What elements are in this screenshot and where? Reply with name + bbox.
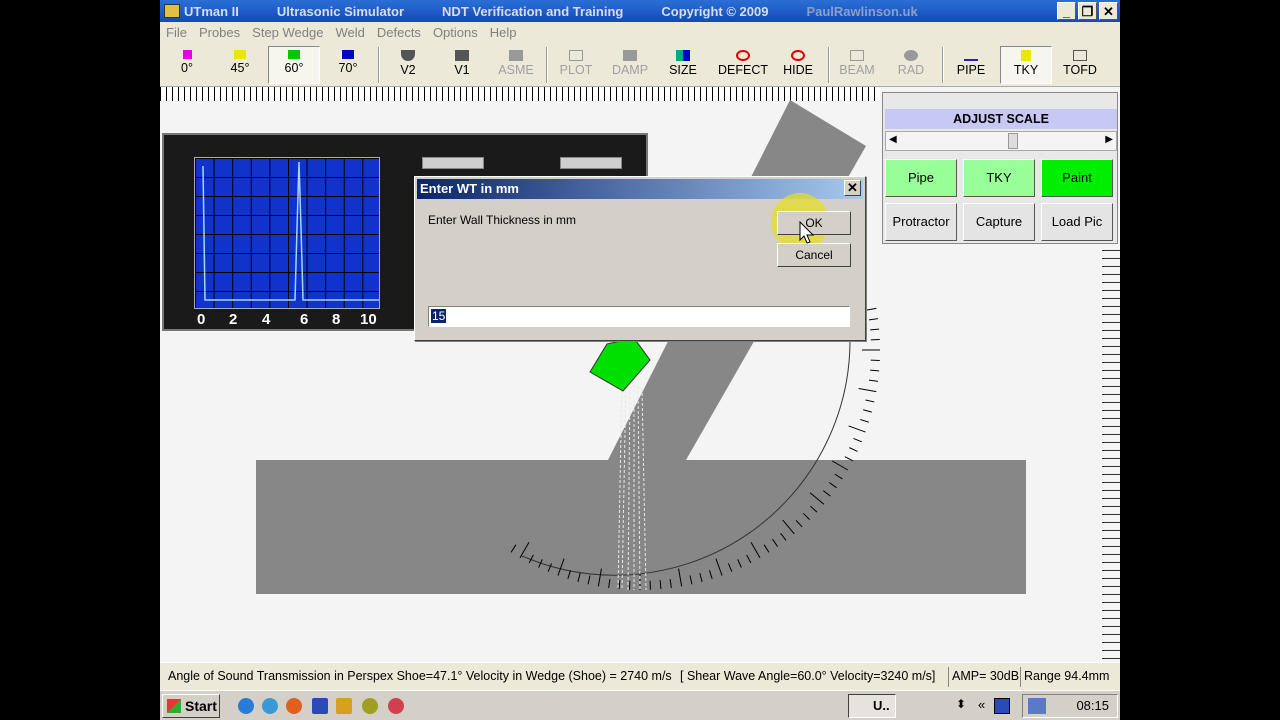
protractor-tick (822, 490, 831, 497)
wall-thickness-input[interactable]: 15 (428, 306, 850, 327)
protractor-tick (597, 568, 602, 587)
protractor-tick (547, 563, 553, 572)
scale-scrollbar[interactable]: ◀ ▶ (885, 131, 1117, 151)
protractor-tick (780, 532, 787, 541)
gain-control[interactable] (422, 157, 484, 169)
protractor-tick (737, 559, 742, 568)
capture-button[interactable]: Capture (963, 203, 1035, 241)
protractor-tick (782, 519, 795, 535)
protractor-tick (587, 575, 591, 585)
scroll-thumb[interactable] (1008, 133, 1018, 149)
protractor-tick (844, 456, 854, 462)
protractor-tick (567, 570, 572, 580)
scale-tick: 4 (262, 311, 271, 328)
protractor-tick (608, 578, 611, 589)
ie-icon[interactable] (238, 698, 254, 714)
protractor-tick (849, 447, 858, 452)
scale-tick: 2 (229, 311, 238, 328)
protractor-tick (577, 572, 581, 582)
protractor-tick (659, 580, 662, 590)
browser-icon[interactable] (262, 698, 278, 714)
wall-thickness-dialog: Enter WT in mm ✕ Enter Wall Thickness in… (414, 176, 866, 341)
protractor-tick (860, 418, 870, 423)
tray-app-icon[interactable] (994, 698, 1010, 714)
protractor-tick (853, 437, 862, 443)
taskbar: Start U.. ⬍ « 08:15 (160, 690, 1120, 720)
protractor-tick (763, 544, 770, 553)
tray-clock: 08:15 (1022, 694, 1118, 718)
protractor-tick (519, 542, 530, 559)
tools-icon[interactable] (362, 698, 378, 714)
protractor-tick (858, 388, 877, 393)
a-scan-trace (202, 161, 379, 301)
protractor-tick (870, 369, 880, 372)
scroll-left-icon[interactable]: ◀ (889, 134, 897, 145)
protractor-tick (795, 519, 803, 528)
load-pic-button[interactable]: Load Pic (1041, 203, 1113, 241)
protractor-tick (802, 512, 811, 521)
utman-window: UTman II Ultrasonic Simulator NDT Verifi… (160, 0, 1120, 720)
pipe-panel-button[interactable]: Pipe (885, 159, 957, 197)
protractor-tick (699, 572, 703, 582)
probe-60[interactable] (589, 337, 651, 392)
protractor-tick (772, 538, 779, 547)
protractor-tick (715, 558, 723, 576)
paint-button[interactable]: Paint (1041, 159, 1113, 197)
range-status: Range 94.4mm (1024, 669, 1110, 683)
utman-task-button[interactable]: U.. (848, 694, 896, 718)
adjust-scale-panel: ADJUST SCALE ◀ ▶ Pipe TKY Paint Protract… (882, 92, 1118, 244)
desktop-icon[interactable] (312, 698, 328, 714)
scale-tick: 10 (360, 311, 377, 328)
transmission-status: Angle of Sound Transmission in Perspex S… (168, 669, 672, 683)
protractor-tick (750, 542, 761, 559)
scale-tick: 0 (197, 311, 206, 328)
a-scan-scale: 0 2 4 6 8 10 (194, 309, 384, 329)
protractor-tick (828, 482, 837, 489)
protractor-tick (809, 492, 825, 505)
scale-tick: 8 (332, 311, 341, 328)
shear-wave-status: [ Shear Wave Angle=60.0° Velocity=3240 m… (680, 669, 936, 683)
protractor-tick (727, 563, 733, 572)
protractor-tick (510, 544, 517, 553)
range-control[interactable] (560, 157, 622, 169)
status-bar: Angle of Sound Transmission in Perspex S… (160, 662, 1120, 690)
tky-panel-button[interactable]: TKY (963, 159, 1035, 197)
media-icon[interactable] (336, 698, 352, 714)
protractor-tick (868, 318, 879, 321)
protractor-button[interactable]: Protractor (885, 203, 957, 241)
start-button[interactable]: Start (162, 694, 220, 718)
protractor-tick (862, 409, 872, 413)
input-value: 15 (431, 309, 447, 323)
a-scan-screen (194, 157, 380, 309)
cancel-button[interactable]: Cancel (777, 243, 851, 267)
protractor-tick (832, 460, 849, 471)
protractor-tick (689, 575, 693, 585)
protractor-tick (848, 425, 866, 433)
protractor-tick (618, 580, 621, 590)
scale-tick: 6 (300, 311, 309, 328)
protractor-tick (557, 558, 565, 576)
amp-status: AMP= 30dB (952, 669, 1020, 683)
scroll-right-icon[interactable]: ▶ (1105, 134, 1113, 145)
dialog-close-icon[interactable]: ✕ (844, 180, 861, 196)
protractor-tick (834, 473, 843, 480)
panel-title: ADJUST SCALE (885, 109, 1117, 129)
mouse-cursor-icon (799, 221, 815, 244)
dialog-prompt: Enter Wall Thickness in mm (428, 213, 577, 227)
protractor-tick (746, 554, 752, 564)
protractor-tick (865, 399, 875, 403)
protractor-tick (708, 570, 713, 580)
protractor-tick (870, 328, 880, 331)
protractor-tick (669, 578, 672, 589)
firefox-icon[interactable] (286, 698, 302, 714)
protractor-tick (809, 505, 818, 513)
tray-expand-icon[interactable]: « (978, 697, 985, 712)
protractor-tick (678, 568, 683, 587)
tray-spinner-icon[interactable]: ⬍ (956, 697, 966, 711)
player-icon[interactable] (388, 698, 404, 714)
protractor-tick (868, 379, 879, 382)
